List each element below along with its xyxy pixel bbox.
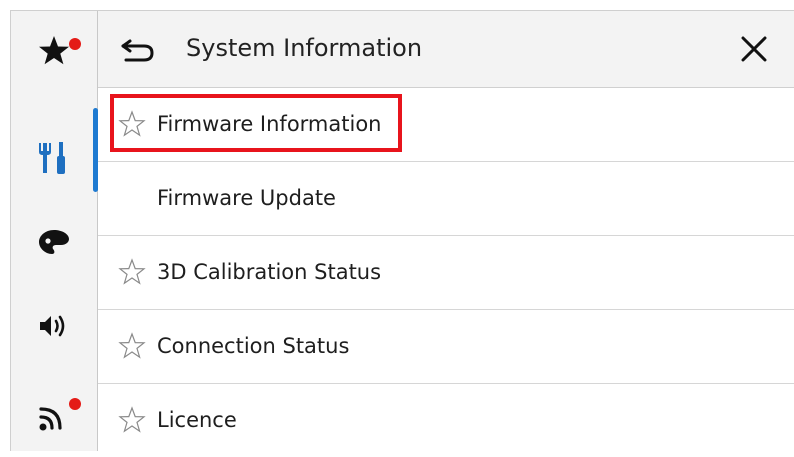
close-icon (741, 36, 767, 62)
sidebar-item-settings[interactable] (11, 123, 97, 193)
favorite-star-outline-icon (118, 332, 146, 359)
header-bar: System Information (98, 11, 794, 88)
page-title: System Information (186, 34, 423, 62)
back-arrow-icon (121, 39, 154, 62)
list-item-connection-status[interactable]: Connection Status (98, 310, 794, 384)
favorites-badge (69, 38, 81, 50)
list-item-label: Connection Status (157, 334, 350, 358)
sidebar-item-sound[interactable] (11, 291, 97, 361)
sidebar-item-theme[interactable] (11, 207, 97, 277)
wireless-badge (69, 398, 81, 410)
sidebar (11, 11, 98, 451)
back-button[interactable] (120, 33, 156, 65)
list-item-label: 3D Calibration Status (157, 260, 382, 284)
close-button[interactable] (734, 31, 774, 67)
sound-speaker-icon (40, 315, 65, 337)
list-item-label: Licence (157, 408, 237, 432)
settings-tools-icon (39, 142, 65, 174)
list-item-3d-calibration-status[interactable]: 3D Calibration Status (98, 236, 794, 310)
sidebar-item-wireless[interactable] (11, 381, 97, 451)
wireless-signal-icon (39, 407, 62, 431)
sidebar-item-favorites[interactable] (11, 15, 97, 85)
theme-palette-icon (39, 230, 69, 254)
favorite-star-outline-icon (118, 258, 146, 285)
favorites-star-icon (39, 36, 69, 65)
highlight-box (110, 94, 402, 152)
favorite-star-outline-icon (118, 406, 146, 433)
list-item-firmware-update[interactable]: Firmware Update (98, 162, 794, 236)
list-item-licence[interactable]: Licence (98, 384, 794, 457)
list-item-label: Firmware Update (157, 186, 336, 210)
